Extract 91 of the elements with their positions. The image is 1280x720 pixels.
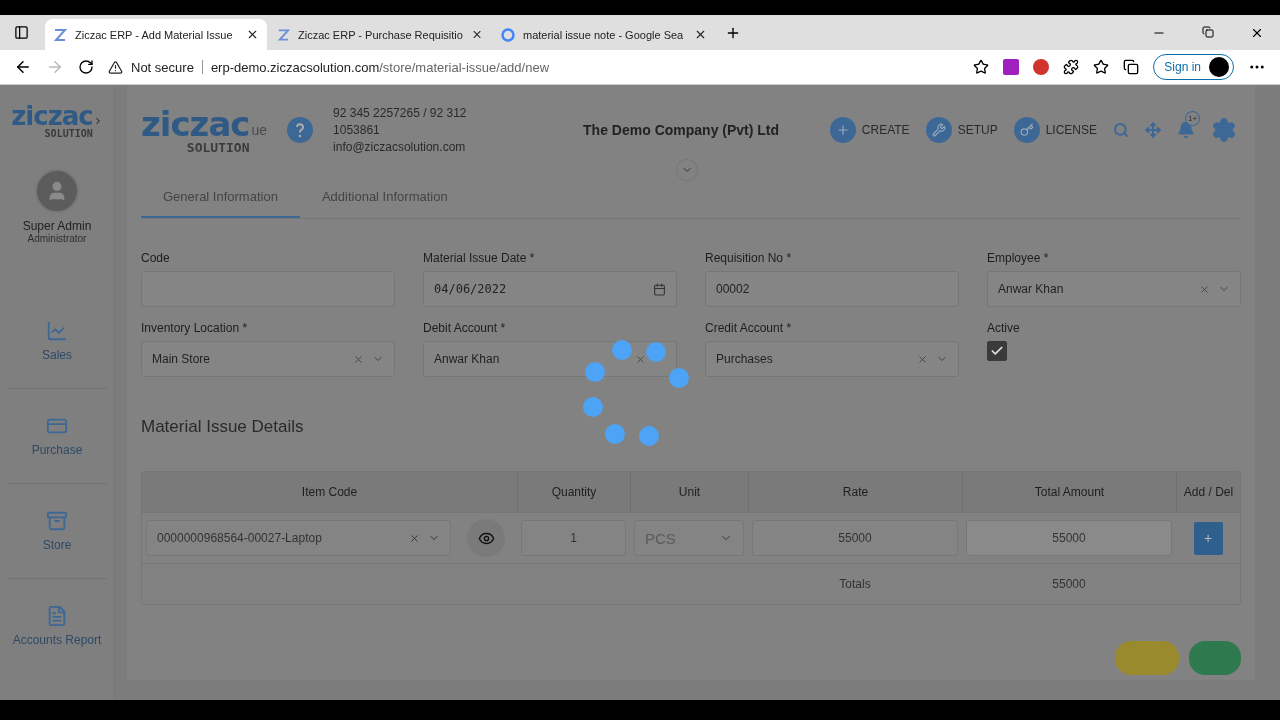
close-icon[interactable]: [694, 28, 707, 41]
extensions-icon[interactable]: [1063, 59, 1080, 75]
select-field[interactable]: Purchases: [705, 341, 959, 377]
form-tab[interactable]: Additional Information: [299, 181, 470, 218]
wrench-icon: [925, 117, 952, 143]
tab-logo-icon: [53, 27, 67, 42]
column-header: Add / Del: [1176, 472, 1240, 512]
chart-icon: [46, 320, 68, 342]
sign-in-button[interactable]: Sign in: [1153, 54, 1234, 80]
clear-icon: [917, 353, 928, 365]
column-header: Item Code: [300, 484, 359, 501]
calendar-icon: [653, 282, 666, 296]
header-action-button[interactable]: CREATE: [829, 117, 910, 143]
column-header: Unit: [630, 472, 748, 512]
quantity-field[interactable]: 1: [521, 520, 626, 556]
clear-icon: [635, 353, 646, 365]
sidebar-label: Sales: [42, 348, 72, 362]
clear-icon: [353, 353, 364, 365]
extension-icon[interactable]: [1033, 59, 1050, 75]
header-action-button[interactable]: SETUP: [925, 117, 998, 143]
reload-icon[interactable]: [78, 59, 94, 75]
browser-tab[interactable]: Ziczac ERP - Add Material Issue: [45, 19, 267, 50]
contact-info: 92 345 2257265 / 92 312 1053861 info@ziczacsolution.com: [333, 104, 468, 156]
form-tab[interactable]: General Information: [141, 181, 300, 218]
check-icon: [990, 344, 1004, 358]
logo-text: ziczac: [141, 106, 250, 141]
sidebar-item[interactable]: Sales: [7, 294, 107, 389]
restore-icon[interactable]: [1202, 25, 1214, 38]
totals-label: Totals: [838, 577, 872, 591]
logo-text: ziczac: [11, 103, 93, 129]
field-label: Inventory Location *: [141, 321, 249, 335]
select-field[interactable]: Main Store: [141, 341, 395, 377]
favorite-icon[interactable]: [973, 59, 990, 75]
field-label: Code: [141, 251, 171, 265]
sidebar-label: Store: [42, 538, 72, 552]
title-text: ue: [251, 122, 268, 138]
sidebar-item[interactable]: Store: [7, 484, 107, 579]
browser-tab[interactable]: Ziczac ERP - Purchase Requisitio: [269, 19, 491, 50]
column-header: Quantity: [517, 472, 630, 512]
avatar-icon: [1209, 57, 1229, 77]
clear-icon: [1199, 283, 1210, 295]
back-icon[interactable]: [14, 58, 32, 76]
plus-icon: [829, 117, 856, 143]
notification-badge: 1+: [1185, 111, 1201, 126]
select-field[interactable]: Anwar Khan: [987, 271, 1241, 307]
field-label: Debit Account *: [423, 321, 507, 335]
section-title: Material Issue Details: [141, 417, 305, 437]
company-name: The Demo Company (Pvt) Ltd: [583, 122, 780, 138]
input-field[interactable]: 00002: [705, 271, 959, 307]
document-icon: [46, 605, 68, 627]
help-icon[interactable]: [287, 117, 314, 143]
collections-icon[interactable]: [1123, 59, 1140, 75]
field-label: Credit Account *: [705, 321, 793, 335]
field-label: Active: [987, 321, 1021, 335]
browser-tab[interactable]: material issue note - Google Sea: [493, 19, 715, 50]
user-name: Super Admin: [22, 219, 92, 233]
date-field[interactable]: 04/06/2022: [423, 271, 677, 307]
view-button[interactable]: [467, 519, 505, 557]
archive-icon: [46, 510, 68, 532]
amount-field: 55000: [966, 520, 1172, 556]
tab-logo-icon: [277, 27, 291, 42]
sidebar-item[interactable]: Accounts Report: [7, 579, 107, 673]
security-label: Not secure: [131, 59, 194, 75]
clear-icon: [409, 532, 420, 544]
field-label: Requisition No *: [705, 251, 793, 265]
url-text[interactable]: erp-demo.ziczacsolution.com/store/material-issue/add/new: [210, 59, 550, 75]
tab-actions-icon[interactable]: [14, 25, 29, 40]
logo-subtext: SOLUTION: [186, 140, 250, 154]
user-role: Administrator: [27, 233, 87, 244]
close-icon[interactable]: [470, 28, 483, 41]
sidebar-item[interactable]: Purchase: [7, 389, 107, 484]
checkbox[interactable]: [987, 341, 1007, 361]
column-header: Total Amount: [962, 472, 1176, 512]
field-label: Material Issue Date *: [423, 251, 536, 265]
sidebar-label: Accounts Report: [12, 633, 102, 647]
google-icon: [501, 27, 515, 42]
sidebar-label: Purchase: [31, 443, 83, 457]
logo-subtext: SOLUTION: [44, 129, 93, 139]
key-icon: [1013, 117, 1040, 143]
field-label: Employee *: [987, 251, 1050, 265]
favorites-icon[interactable]: [1093, 59, 1110, 75]
close-icon[interactable]: [246, 28, 259, 41]
select-field[interactable]: 0000000968564-00027-Laptop: [146, 520, 451, 556]
warning-icon: [108, 59, 123, 75]
select-field[interactable]: Anwar Khan: [423, 341, 677, 377]
rate-field[interactable]: 55000: [752, 520, 958, 556]
extension-icon[interactable]: [1003, 59, 1020, 75]
header-action-button[interactable]: LICENSE: [1013, 117, 1097, 143]
column-header: Rate: [748, 472, 962, 512]
totals-value: 55000: [1051, 577, 1087, 591]
add-button[interactable]: +: [1193, 521, 1223, 555]
